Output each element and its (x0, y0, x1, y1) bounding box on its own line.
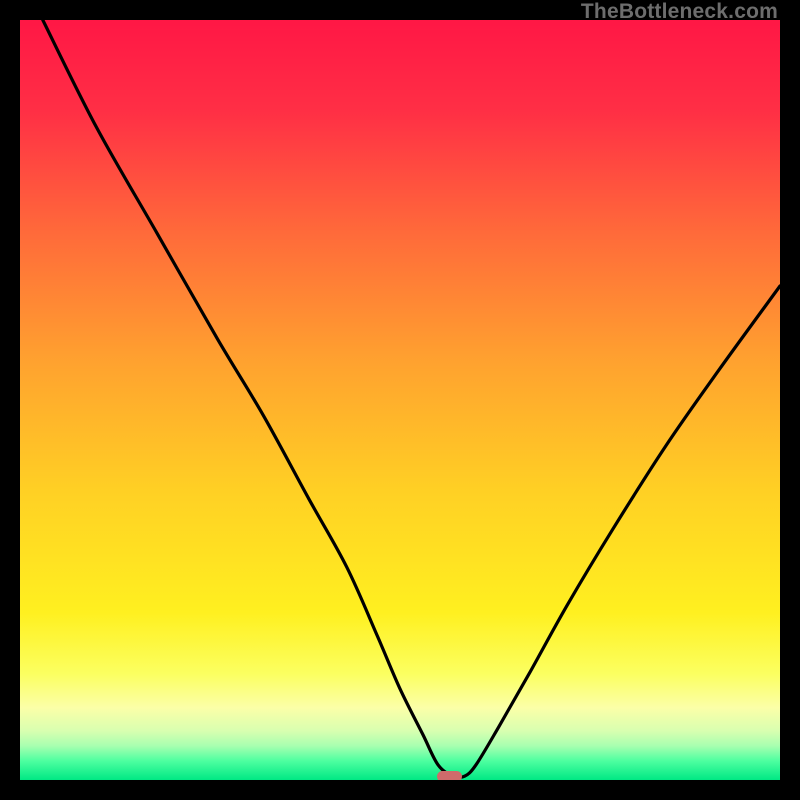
bottleneck-curve (20, 20, 780, 780)
optimal-marker (437, 771, 461, 780)
chart-frame: TheBottleneck.com (0, 0, 800, 800)
plot-area (20, 20, 780, 780)
